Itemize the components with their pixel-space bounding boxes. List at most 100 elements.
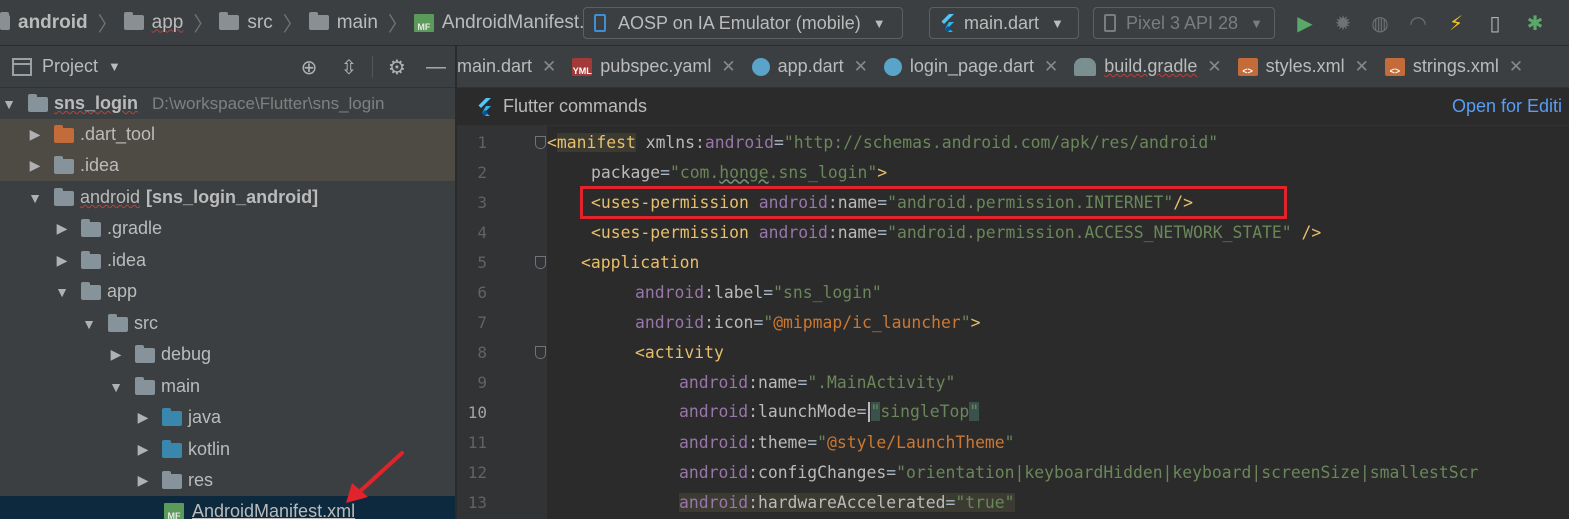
- debug-icon[interactable]: ✹: [1330, 10, 1356, 36]
- collapsed-arrow-icon[interactable]: ▶: [55, 220, 69, 237]
- device-selector[interactable]: AOSP on IA Emulator (mobile) ▼: [583, 7, 903, 39]
- close-icon[interactable]: ✕: [721, 57, 735, 77]
- fold-marker-icon[interactable]: [535, 256, 546, 269]
- code-line[interactable]: 4 <uses-permission android:name="android…: [457, 217, 1569, 247]
- collapsed-arrow-icon[interactable]: ▶: [28, 126, 42, 143]
- tree-item-dart-tool[interactable]: ▶ .dart_tool: [0, 119, 455, 150]
- code-line[interactable]: 8 <activity: [457, 337, 1569, 367]
- run-config-selector[interactable]: main.dart ▼: [929, 7, 1079, 39]
- tab-login-page-dart[interactable]: login_page.dart ✕: [878, 46, 1068, 87]
- folder-icon: [123, 12, 144, 30]
- folder-icon: [81, 282, 101, 300]
- gear-icon[interactable]: ⚙: [385, 55, 409, 79]
- code-line[interactable]: 7 android:icon="@mipmap/ic_launcher">: [457, 307, 1569, 337]
- profile-icon[interactable]: ◍: [1367, 10, 1393, 36]
- breadcrumb-main[interactable]: main: [308, 0, 384, 46]
- breadcrumb-android[interactable]: android: [0, 0, 94, 46]
- code-line[interactable]: 11 android:theme="@style/LaunchTheme": [457, 427, 1569, 457]
- collapsed-arrow-icon[interactable]: ▶: [55, 252, 69, 269]
- performance-icon[interactable]: ◠: [1405, 10, 1431, 36]
- code-line[interactable]: 9 android:name=".MainActivity": [457, 367, 1569, 397]
- close-icon[interactable]: ✕: [542, 57, 556, 77]
- fold-marker-icon[interactable]: [535, 136, 546, 149]
- tree-item-android-idea[interactable]: ▶ .idea: [0, 245, 455, 276]
- tree-item-debug[interactable]: ▶ debug: [0, 339, 455, 370]
- tree-item-app[interactable]: ▼ app: [0, 276, 455, 307]
- open-for-editing-link[interactable]: Open for Editi: [1452, 96, 1562, 117]
- excluded-folder-icon: [54, 125, 74, 143]
- tab-main-dart[interactable]: main.dart ✕: [457, 46, 566, 87]
- breadcrumb-src[interactable]: src: [219, 0, 278, 46]
- collapsed-arrow-icon[interactable]: ▶: [136, 409, 150, 426]
- close-icon[interactable]: ✕: [1509, 57, 1523, 77]
- expanded-arrow-icon[interactable]: ▼: [82, 316, 96, 332]
- close-icon[interactable]: ✕: [1044, 57, 1058, 77]
- code-editor[interactable]: 1 <manifest xmlns:android="http://schema…: [457, 126, 1569, 519]
- source-folder-icon: [162, 408, 182, 426]
- device-file-icon[interactable]: ▯: [1482, 10, 1508, 36]
- tree-item-main[interactable]: ▼ main: [0, 371, 455, 402]
- tab-pubspec-yaml[interactable]: YML pubspec.yaml ✕: [566, 46, 745, 87]
- project-panel-title[interactable]: Project: [42, 56, 98, 77]
- line-number: 13: [467, 492, 487, 512]
- resource-folder-icon: [162, 471, 182, 489]
- avd-selector[interactable]: Pixel 3 API 28 ▼: [1093, 7, 1275, 39]
- tab-label: build.gradle: [1104, 56, 1198, 76]
- tree-item-idea[interactable]: ▶ .idea: [0, 150, 455, 181]
- tree-item-label: .idea: [80, 155, 120, 175]
- tree-item-android[interactable]: ▼ android [sns_login_android]: [0, 182, 455, 213]
- tree-item-label: src: [134, 313, 158, 333]
- code-line[interactable]: 5 <application: [457, 247, 1569, 277]
- code-line[interactable]: 1 <manifest xmlns:android="http://schema…: [457, 127, 1569, 157]
- source-folder-icon: [162, 440, 182, 458]
- line-number: 1: [477, 132, 487, 152]
- expanded-arrow-icon[interactable]: ▼: [55, 284, 69, 300]
- tree-item-path: D:\workspace\Flutter\sns_login: [152, 93, 385, 113]
- tab-strings-xml[interactable]: <> strings.xml ✕: [1379, 46, 1533, 87]
- code-line[interactable]: 13 android:hardwareAccelerated="true": [457, 487, 1569, 517]
- expanded-arrow-icon[interactable]: ▼: [28, 190, 42, 206]
- collapse-all-icon[interactable]: ⇳: [337, 55, 361, 79]
- xml-file-icon: <>: [1384, 57, 1405, 76]
- code-line[interactable]: 6 android:label="sns_login": [457, 277, 1569, 307]
- android-bug-icon[interactable]: ✱: [1522, 10, 1548, 36]
- close-icon[interactable]: ✕: [854, 57, 868, 77]
- fold-marker-icon[interactable]: [535, 346, 546, 359]
- run-icon[interactable]: ▶: [1292, 10, 1318, 36]
- tab-build-gradle[interactable]: build.gradle ✕: [1068, 46, 1231, 87]
- collapsed-arrow-icon[interactable]: ▶: [136, 441, 150, 458]
- tree-item-root[interactable]: ▼ sns_login D:\workspace\Flutter\sns_log…: [0, 88, 455, 119]
- collapsed-arrow-icon[interactable]: ▶: [109, 346, 123, 363]
- tree-item-gradle[interactable]: ▶ .gradle: [0, 213, 455, 244]
- gradle-file-icon: [1074, 57, 1097, 76]
- tree-item-java[interactable]: ▶ java: [0, 402, 455, 433]
- annotation-arrow: [346, 451, 404, 503]
- chevron-right-icon: 〉: [387, 14, 408, 36]
- code-line[interactable]: 12 android:configChanges="orientation|ke…: [457, 457, 1569, 487]
- collapsed-arrow-icon[interactable]: ▶: [28, 157, 42, 174]
- editor-tabs: main.dart ✕ YML pubspec.yaml ✕ app.dart …: [457, 46, 1569, 88]
- line-number: 12: [467, 462, 487, 482]
- line-number: 2: [477, 162, 487, 182]
- expanded-arrow-icon[interactable]: ▼: [109, 379, 123, 395]
- run-config-label: main.dart: [964, 12, 1040, 33]
- code-line-active[interactable]: 10 android:launchMode= "singleTop": [457, 397, 1569, 427]
- expanded-arrow-icon[interactable]: ▼: [2, 96, 16, 112]
- flutter-commands-label: Flutter commands: [503, 96, 648, 116]
- close-icon[interactable]: ✕: [1355, 57, 1369, 77]
- chevron-right-icon: 〉: [282, 14, 303, 36]
- breadcrumb-app[interactable]: app: [123, 0, 190, 46]
- locate-icon[interactable]: ⊕: [297, 55, 321, 79]
- code-text: android:icon="@mipmap/ic_launcher">: [635, 312, 981, 332]
- hot-reload-icon[interactable]: ⚡: [1443, 10, 1469, 36]
- folder-icon: [108, 314, 128, 332]
- tab-styles-xml[interactable]: <> styles.xml ✕: [1232, 46, 1379, 87]
- tree-item-src[interactable]: ▼ src: [0, 308, 455, 339]
- tab-app-dart[interactable]: app.dart ✕: [746, 46, 878, 87]
- caret-down-icon[interactable]: ▼: [108, 59, 121, 74]
- code-line[interactable]: 2 package="com.honge.sns_login">: [457, 157, 1569, 187]
- minimize-icon[interactable]: —: [424, 55, 448, 79]
- close-icon[interactable]: ✕: [1207, 57, 1221, 77]
- chevron-right-icon: 〉: [193, 14, 214, 36]
- collapsed-arrow-icon[interactable]: ▶: [136, 472, 150, 489]
